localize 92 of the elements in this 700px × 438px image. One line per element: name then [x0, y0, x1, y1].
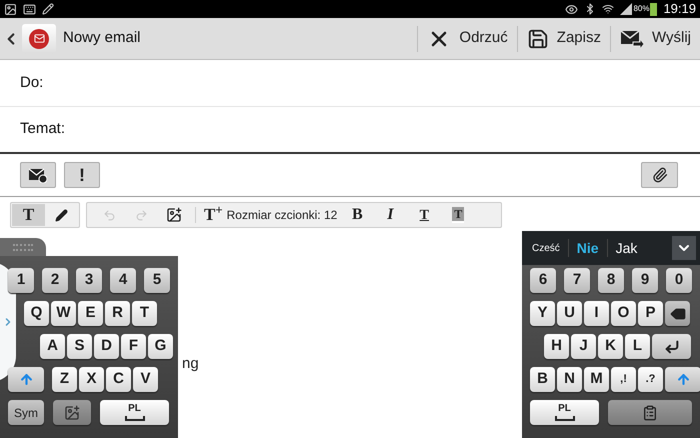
- symbols-key[interactable]: Sym: [8, 400, 44, 425]
- key[interactable]: T: [132, 301, 157, 326]
- key[interactable]: 8: [598, 268, 624, 293]
- key[interactable]: K: [598, 334, 623, 359]
- input-field[interactable]: Do:: [0, 60, 700, 107]
- backspace-icon: [670, 306, 686, 322]
- enter-icon: [664, 338, 680, 354]
- save-icon: [526, 28, 549, 50]
- punctuation-key[interactable]: .?: [638, 367, 663, 392]
- underline-button[interactable]: T: [407, 204, 442, 226]
- key[interactable]: B: [530, 367, 555, 392]
- space-key[interactable]: PL: [530, 400, 599, 425]
- key[interactable]: N: [557, 367, 582, 392]
- shift-icon: [18, 372, 34, 387]
- key[interactable]: G: [148, 334, 173, 359]
- body-text: ng: [182, 354, 199, 374]
- pencil-icon: [42, 3, 54, 15]
- key[interactable]: 3: [76, 268, 102, 293]
- key[interactable]: Z: [52, 367, 77, 392]
- key[interactable]: C: [106, 367, 131, 392]
- eye-icon: [565, 2, 578, 16]
- send-button[interactable]: Wyślij: [610, 18, 700, 59]
- space-key[interactable]: PL: [100, 400, 169, 425]
- suggestion[interactable]: Cześć: [532, 240, 568, 256]
- shift-icon: [676, 372, 690, 387]
- app-icon[interactable]: [22, 24, 56, 54]
- font-size-label: Rozmiar czcionki: 12: [226, 207, 338, 224]
- key[interactable]: J: [571, 334, 596, 359]
- clock: 19:19: [663, 0, 696, 18]
- key[interactable]: 2: [42, 268, 68, 293]
- key[interactable]: S: [67, 334, 92, 359]
- paperclip-icon: [652, 167, 668, 183]
- key[interactable]: 5: [144, 268, 170, 293]
- signal-icon: [620, 3, 632, 15]
- clipboard-icon: [642, 404, 658, 420]
- key[interactable]: Q: [24, 301, 49, 326]
- battery-percent: 80%: [633, 3, 650, 15]
- key[interactable]: U: [557, 301, 582, 326]
- send-icon: [620, 28, 644, 48]
- key[interactable]: 7: [564, 268, 590, 293]
- key[interactable]: W: [51, 301, 76, 326]
- key[interactable]: 4: [110, 268, 136, 293]
- clipboard-key[interactable]: [608, 400, 692, 425]
- bold-button[interactable]: B: [341, 203, 374, 227]
- undo-icon: [102, 208, 116, 222]
- enter-key[interactable]: [652, 334, 691, 359]
- suggestion[interactable]: Jak: [608, 238, 646, 258]
- keyboard-tab[interactable]: [0, 238, 46, 256]
- screen-title: Nowy email: [63, 28, 141, 48]
- image-icon: [166, 207, 182, 223]
- save-button[interactable]: Zapisz: [518, 18, 610, 59]
- key[interactable]: I: [584, 301, 609, 326]
- shift-key[interactable]: [665, 367, 700, 392]
- redo-icon: [134, 208, 148, 222]
- schedule-button[interactable]: [20, 162, 56, 188]
- text-mode-tab[interactable]: T: [12, 204, 45, 226]
- key[interactable]: H: [544, 334, 569, 359]
- battery-icon: [650, 2, 658, 16]
- mail-icon: [34, 33, 44, 44]
- pen-icon: [55, 208, 68, 222]
- expand-button[interactable]: [672, 236, 696, 260]
- key[interactable]: E: [78, 301, 103, 326]
- highlight-button[interactable]: T: [441, 207, 476, 223]
- key[interactable]: 6: [530, 268, 556, 293]
- key[interactable]: L: [625, 334, 650, 359]
- priority-button[interactable]: !: [64, 162, 100, 188]
- key[interactable]: P: [638, 301, 663, 326]
- keyboard-icon: [23, 2, 36, 16]
- image-icon: [64, 404, 80, 420]
- key[interactable]: V: [133, 367, 158, 392]
- input-field[interactable]: Temat:: [0, 107, 700, 154]
- key[interactable]: O: [611, 301, 636, 326]
- key[interactable]: 9: [632, 268, 658, 293]
- key[interactable]: A: [40, 334, 65, 359]
- shift-key[interactable]: [8, 367, 44, 392]
- font-size-button[interactable]: T$^{+}$: [200, 202, 227, 228]
- key[interactable]: 0: [666, 268, 692, 293]
- attach-button[interactable]: [641, 162, 678, 188]
- key[interactable]: R: [105, 301, 130, 326]
- picture-icon: [4, 2, 17, 16]
- key[interactable]: Y: [530, 301, 555, 326]
- key[interactable]: 1: [8, 268, 34, 293]
- key[interactable]: X: [79, 367, 104, 392]
- media-key[interactable]: [53, 400, 91, 425]
- backspace-key[interactable]: [665, 301, 690, 326]
- discard-button[interactable]: Odrzuć: [418, 18, 517, 59]
- italic-button[interactable]: I: [373, 203, 408, 227]
- suggestion[interactable]: Nie: [568, 238, 607, 258]
- key[interactable]: D: [94, 334, 119, 359]
- key[interactable]: M: [584, 367, 609, 392]
- key[interactable]: F: [121, 334, 146, 359]
- punctuation-key[interactable]: ,!: [611, 367, 636, 392]
